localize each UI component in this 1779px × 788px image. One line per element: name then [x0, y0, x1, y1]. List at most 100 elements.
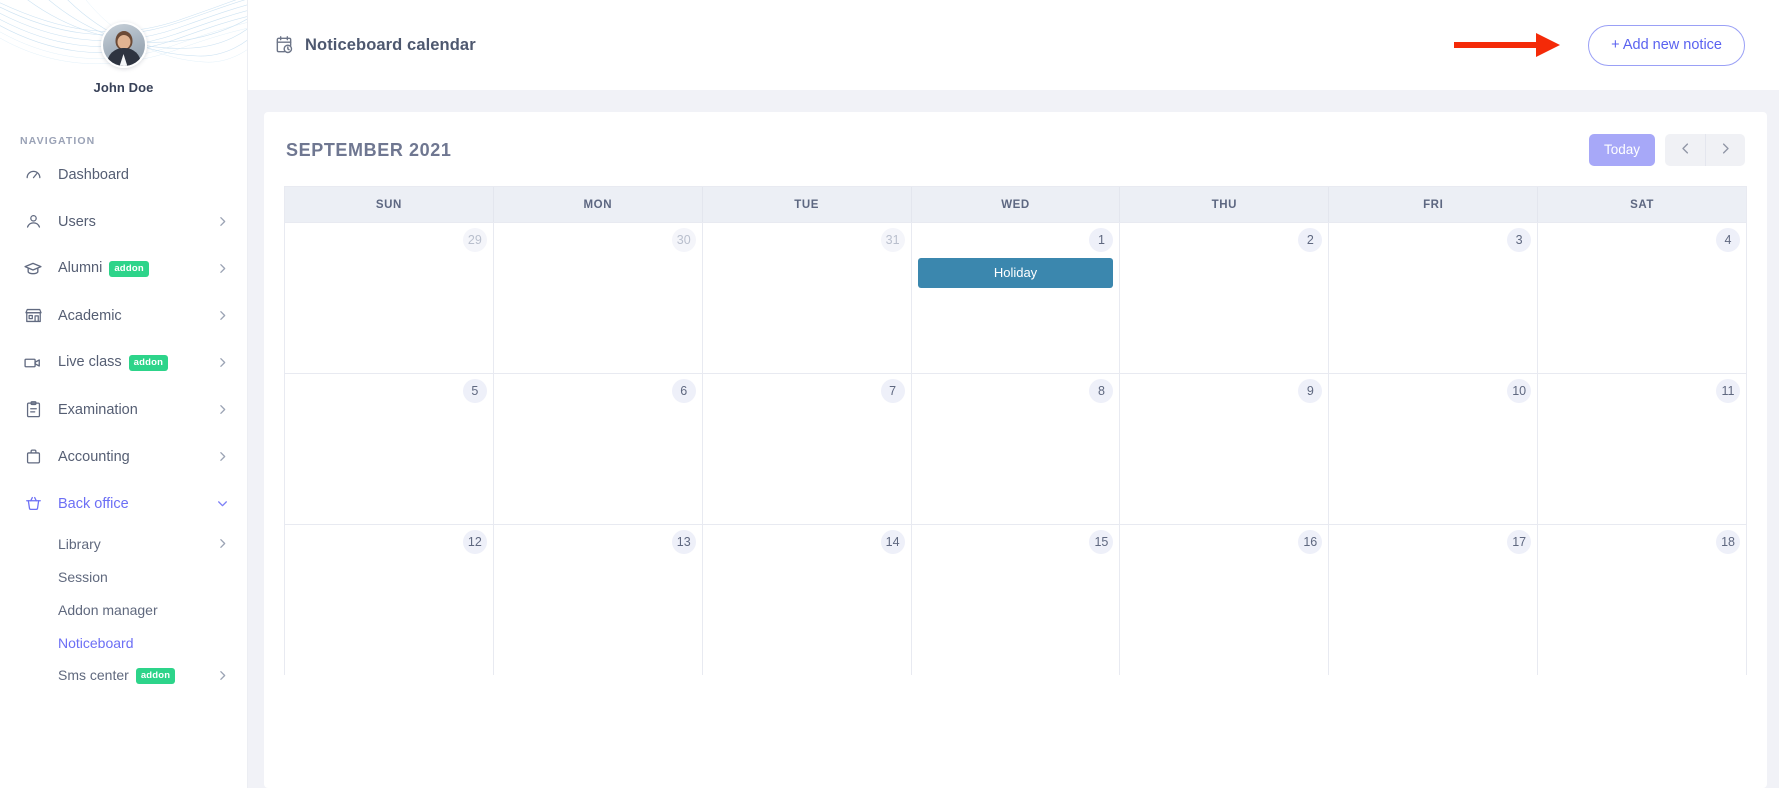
red-arrow-annotation [1454, 31, 1574, 59]
sidebar-profile[interactable]: John Doe [0, 0, 247, 95]
calendar-day-cell[interactable]: 9 [1120, 374, 1329, 524]
sidebar-item-label: Accounting [58, 449, 130, 465]
calendar-day-cell[interactable]: 13 [494, 525, 703, 675]
day-number: 9 [1298, 379, 1322, 403]
sidebar-subitem-library[interactable]: Library [0, 527, 247, 560]
sidebar-subitem-session[interactable]: Session [0, 560, 247, 593]
addon-badge: addon [109, 261, 149, 277]
calendar-day-cell[interactable]: 14 [703, 525, 912, 675]
day-number: 4 [1716, 228, 1740, 252]
sidebar-subitem-label: Session [58, 569, 108, 585]
sidebar-subitem-label: Library [58, 536, 101, 552]
chevron-right-icon [216, 669, 229, 682]
addon-badge: addon [129, 355, 169, 371]
page-header: Noticeboard calendar + Add new notice [248, 0, 1779, 90]
calendar-day-cell[interactable]: 12 [285, 525, 494, 675]
chevron-down-icon [216, 497, 229, 510]
sidebar-item-accounting[interactable]: Accounting [0, 433, 247, 480]
video-camera-icon [22, 352, 44, 374]
calendar-day-cell[interactable]: 16 [1120, 525, 1329, 675]
speedometer-icon [22, 164, 44, 186]
day-number: 30 [672, 228, 696, 252]
calendar-controls: Today [1589, 134, 1745, 166]
sidebar-item-examination[interactable]: Examination [0, 386, 247, 433]
calendar-day-cell[interactable]: 7 [703, 374, 912, 524]
day-number: 17 [1507, 530, 1531, 554]
sidebar-item-label: Academic [58, 308, 122, 324]
calendar-day-cell[interactable]: 31 [703, 223, 912, 373]
sidebar-item-back-office[interactable]: Back office [0, 480, 247, 527]
calendar-day-cell[interactable]: 4 [1538, 223, 1746, 373]
page-title-group: Noticeboard calendar [274, 35, 476, 55]
day-number: 1 [1089, 228, 1113, 252]
day-number: 29 [463, 228, 487, 252]
sidebar-item-alumni[interactable]: Alumniaddon [0, 245, 247, 292]
add-new-notice-button[interactable]: + Add new notice [1588, 25, 1745, 66]
calendar-day-cell[interactable]: 15 [912, 525, 1121, 675]
sidebar-item-label: Live classaddon [58, 354, 168, 370]
calendar-day-cell[interactable]: 17 [1329, 525, 1538, 675]
day-number: 6 [672, 379, 696, 403]
calendar-week-row: 5 6 7 8 9 10 [285, 373, 1746, 524]
day-number: 18 [1716, 530, 1740, 554]
today-button[interactable]: Today [1589, 134, 1655, 166]
sidebar-item-live-class[interactable]: Live classaddon [0, 339, 247, 386]
calendar-clock-icon [274, 35, 294, 55]
calendar-day-cell[interactable]: 10 [1329, 374, 1538, 524]
calendar-day-cell[interactable]: 2 [1120, 223, 1329, 373]
clipboard-icon [22, 399, 44, 421]
sidebar-subitem-sms-center[interactable]: Sms centeraddon [0, 659, 247, 692]
calendar-day-cell[interactable]: 8 [912, 374, 1121, 524]
sidebar-item-label: Dashboard [58, 167, 129, 183]
calendar-day-cell[interactable]: 29 [285, 223, 494, 373]
sidebar-item-academic[interactable]: Academic [0, 292, 247, 339]
calendar-week-row: 12 13 14 15 16 17 [285, 524, 1746, 675]
calendar-day-cell[interactable]: 1 Holiday [912, 223, 1121, 373]
graduation-cap-icon [22, 258, 44, 280]
calendar-day-cell[interactable]: 30 [494, 223, 703, 373]
chevron-left-icon [1678, 141, 1693, 159]
calendar-day-cell[interactable]: 11 [1538, 374, 1746, 524]
sidebar-subitem-addon-manager[interactable]: Addon manager [0, 593, 247, 626]
chevron-right-icon [1718, 141, 1733, 159]
calendar-toolbar: SEPTEMBER 2021 Today [284, 134, 1747, 186]
day-number: 7 [881, 379, 905, 403]
sidebar-item-dashboard[interactable]: Dashboard [0, 151, 247, 198]
avatar [101, 22, 147, 68]
sidebar-item-users[interactable]: Users [0, 198, 247, 245]
next-month-button[interactable] [1705, 134, 1745, 166]
weekday-header-tue: TUE [703, 187, 912, 222]
calendar-day-cell[interactable]: 5 [285, 374, 494, 524]
weekday-header-fri: FRI [1329, 187, 1538, 222]
day-number: 12 [463, 530, 487, 554]
sidebar-subitem-label: Noticeboard [58, 635, 134, 651]
sidebar: John Doe NAVIGATION Dashboard Users [0, 0, 248, 788]
calendar-card: SEPTEMBER 2021 Today [264, 112, 1767, 788]
sidebar-subitem-label: Addon manager [58, 602, 158, 618]
store-icon [22, 305, 44, 327]
day-number: 11 [1716, 379, 1740, 403]
chevron-right-icon [216, 450, 229, 463]
sidebar-item-label: Examination [58, 402, 138, 418]
sidebar-nav: Dashboard Users Alu [0, 151, 247, 692]
sidebar-subitem-label: Sms centeraddon [58, 667, 175, 684]
briefcase-icon [22, 446, 44, 468]
profile-name: John Doe [93, 80, 153, 95]
weekday-header-mon: MON [494, 187, 703, 222]
weekday-header-sun: SUN [285, 187, 494, 222]
prev-month-button[interactable] [1665, 134, 1705, 166]
calendar-day-cell[interactable]: 6 [494, 374, 703, 524]
day-number: 14 [881, 530, 905, 554]
chevron-right-icon [216, 215, 229, 228]
page-title: Noticeboard calendar [305, 36, 476, 55]
sidebar-item-label: Users [58, 214, 96, 230]
day-number: 3 [1507, 228, 1531, 252]
calendar-day-cell[interactable]: 18 [1538, 525, 1746, 675]
section-gap [248, 90, 1779, 112]
calendar-event[interactable]: Holiday [918, 258, 1114, 288]
day-number: 16 [1298, 530, 1322, 554]
day-number: 10 [1507, 379, 1531, 403]
app-root: John Doe NAVIGATION Dashboard Users [0, 0, 1779, 788]
sidebar-subitem-noticeboard[interactable]: Noticeboard [0, 626, 247, 659]
calendar-day-cell[interactable]: 3 [1329, 223, 1538, 373]
